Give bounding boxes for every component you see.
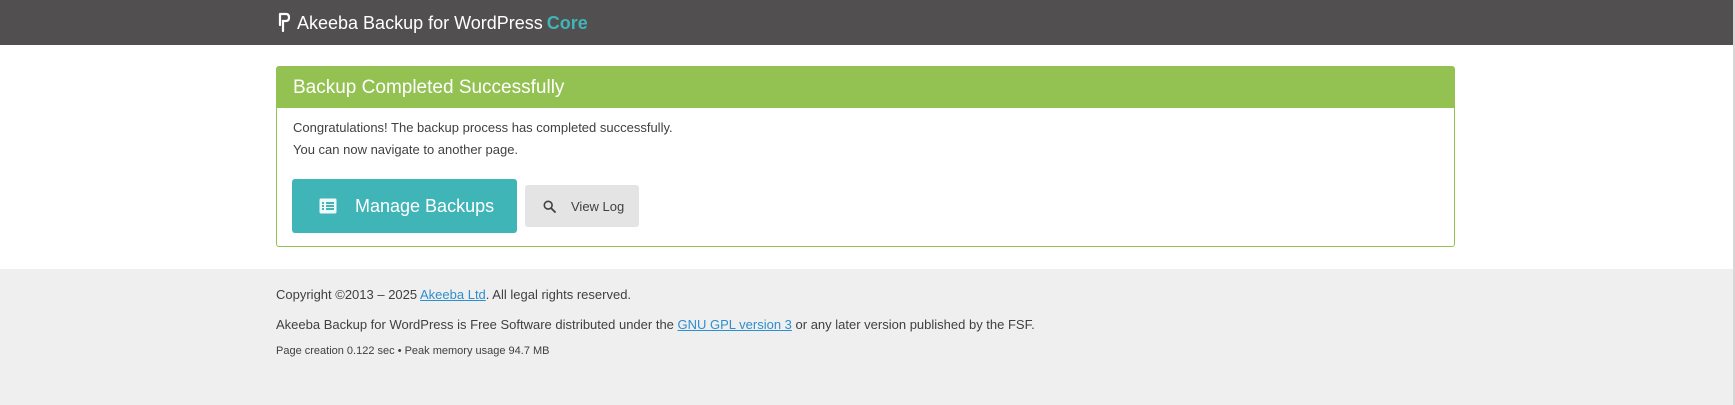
page-stats: Page creation 0.122 sec • Peak memory us… xyxy=(276,345,550,357)
navigate-message: You can now navigate to another page. xyxy=(293,142,519,157)
copyright-prefix: Copyright ©2013 – 2025 xyxy=(276,287,421,302)
license-line: Akeeba Backup for WordPress is Free Soft… xyxy=(276,317,1035,332)
top-bar: Akeeba Backup for WordPress Core xyxy=(0,0,1735,45)
brand-edition: Core xyxy=(546,12,588,33)
copyright-line: Copyright ©2013 – 2025 Akeeba Ltd. All l… xyxy=(276,287,631,302)
footer: Copyright ©2013 – 2025 Akeeba Ltd. All l… xyxy=(0,269,1735,405)
success-message: Congratulations! The backup process has … xyxy=(293,120,673,135)
action-buttons: Manage Backups View Log xyxy=(292,179,639,233)
panel-body: Congratulations! The backup process has … xyxy=(277,108,1454,157)
search-icon xyxy=(543,199,556,213)
view-log-label: View Log xyxy=(571,198,625,214)
manage-backups-button[interactable]: Manage Backups xyxy=(292,179,517,233)
akeeba-logo-icon xyxy=(278,12,291,33)
gpl-link[interactable]: GNU GPL version 3 xyxy=(678,317,792,332)
view-log-button[interactable]: View Log xyxy=(525,185,639,227)
success-panel: Backup Completed Successfully Congratula… xyxy=(276,66,1455,247)
list-icon xyxy=(319,198,337,214)
license-prefix: Akeeba Backup for WordPress is Free Soft… xyxy=(276,317,678,332)
brand-title: Akeeba Backup for WordPress xyxy=(297,12,543,33)
panel-title: Backup Completed Successfully xyxy=(277,67,1454,108)
manage-backups-label: Manage Backups xyxy=(355,195,495,216)
brand[interactable]: Akeeba Backup for WordPress Core xyxy=(277,10,588,36)
copyright-suffix: . All legal rights reserved. xyxy=(485,287,632,302)
akeeba-ltd-link[interactable]: Akeeba Ltd xyxy=(420,287,486,302)
license-suffix: or any later version published by the FS… xyxy=(791,317,1035,332)
